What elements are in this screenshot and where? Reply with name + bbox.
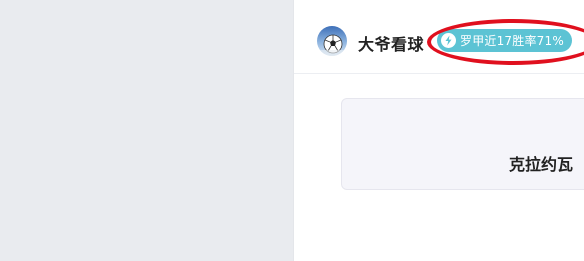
win-rate-badge: 罗甲近17胜率71% (437, 29, 572, 52)
avatar-image (317, 26, 347, 56)
left-panel (0, 0, 293, 261)
page-root: 大爷看球 罗甲近17胜率71% 克拉约瓦 (0, 0, 584, 261)
lightning-icon (441, 33, 456, 48)
match-card[interactable]: 克拉约瓦 (341, 98, 584, 190)
main-content: 大爷看球 罗甲近17胜率71% 克拉约瓦 (294, 0, 584, 261)
match-card-title: 克拉约瓦 (509, 155, 574, 174)
soccer-ball-avatar-icon[interactable] (317, 26, 347, 56)
author-header: 大爷看球 罗甲近17胜率71% (294, 0, 584, 74)
badge-text: 罗甲近17胜率71% (460, 34, 564, 48)
author-name[interactable]: 大爷看球 (358, 31, 424, 55)
